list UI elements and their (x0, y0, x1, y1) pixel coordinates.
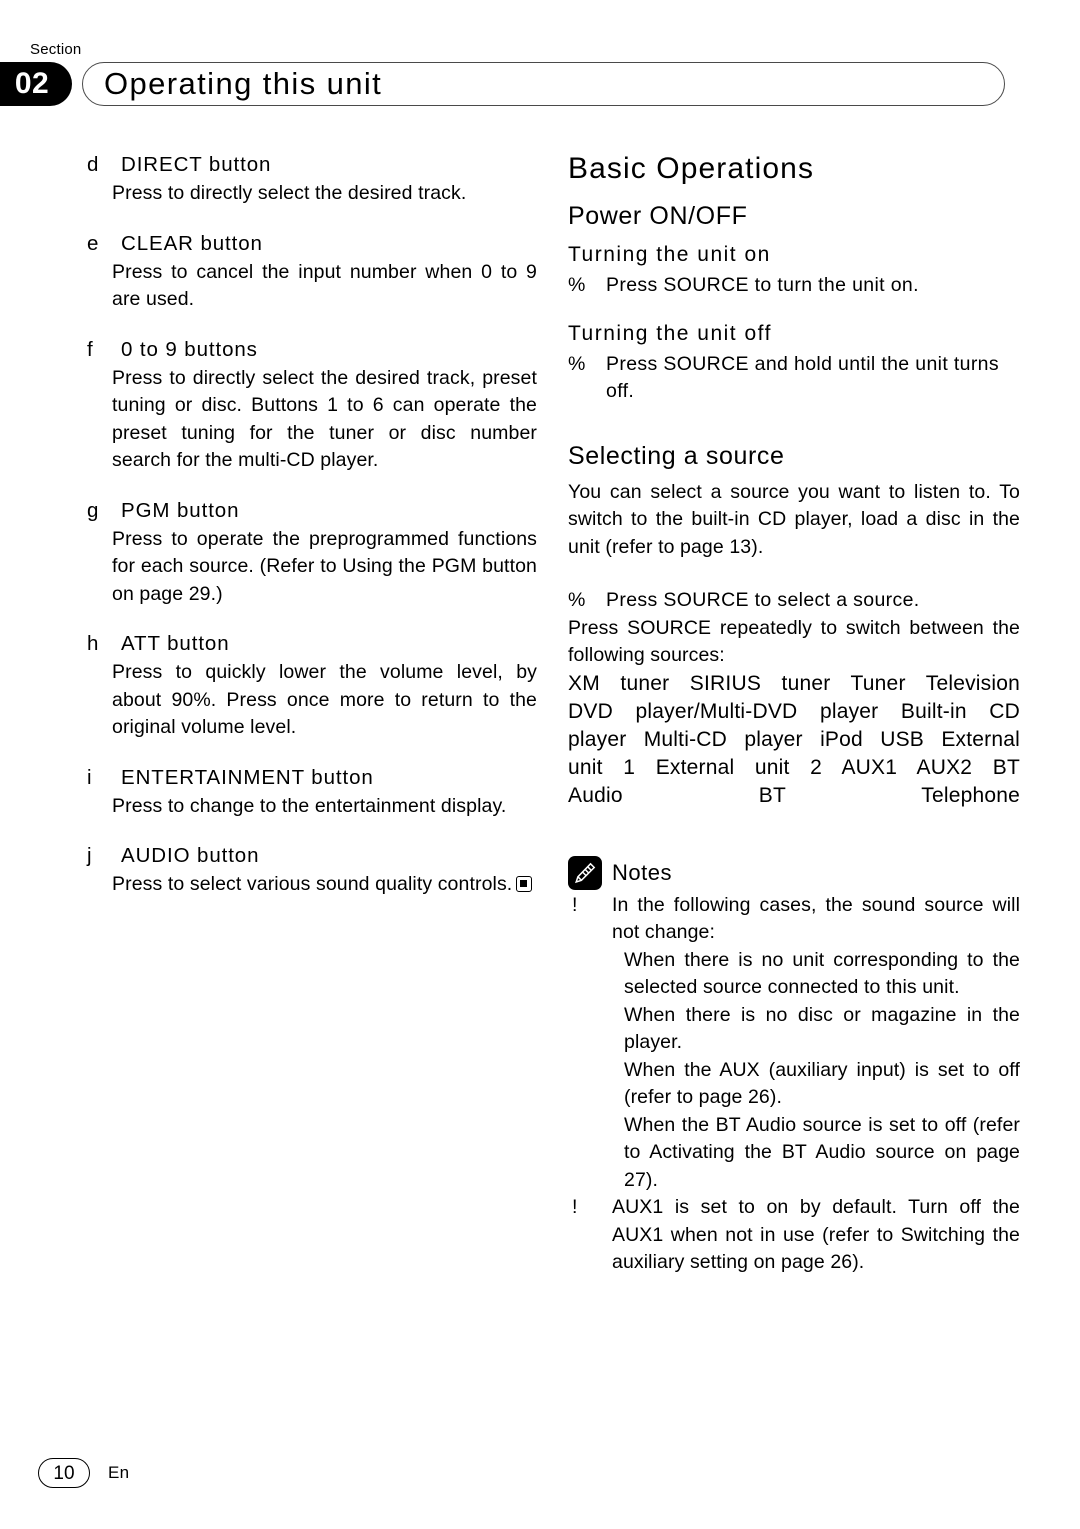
item-body: Press to directly select the desired tra… (112, 366, 537, 472)
left-column: d DIRECT button Press to directly select… (85, 150, 537, 920)
list-item: d DIRECT button Press to directly select… (85, 150, 537, 208)
page-footer: 10 En (38, 1458, 129, 1488)
item-marker: h (87, 632, 99, 655)
item-marker: g (87, 498, 99, 522)
notes-label: Notes (612, 859, 672, 885)
section-number-tab: 02 (0, 62, 72, 106)
note-text: In the following cases, the sound source… (612, 893, 1020, 944)
item-body: Press to change to the entertainment dis… (112, 794, 507, 817)
item-label: PGM button (121, 498, 240, 522)
instruction-bullet-icon: % (568, 352, 586, 375)
note-bullet-icon: ! (572, 1196, 578, 1218)
instruction-turn-on: % Press SOURCE to turn the unit on. (568, 272, 1020, 300)
item-body: Press to cancel the input number when 0 … (112, 260, 537, 311)
item-marker: i (87, 765, 92, 789)
page-title: Operating this unit (104, 66, 383, 101)
list-item: j AUDIO button Press to select various s… (85, 841, 537, 899)
item-marker: j (87, 844, 92, 867)
subsection-heading-selecting-source: Selecting a source (568, 441, 785, 470)
instruction-text: Press SOURCE to turn the unit on. (606, 274, 919, 296)
item-marker: e (87, 231, 99, 255)
list-item: i ENTERTAINMENT button Press to change t… (85, 763, 537, 821)
item-marker: f (87, 337, 93, 361)
note-sub-item: When there is no disc or magazine in the… (624, 1003, 1020, 1054)
instruction-bullet-icon: % (568, 274, 586, 296)
item-label: DIRECT button (121, 153, 272, 176)
item-marker: d (87, 153, 99, 176)
note-bullet-icon: ! (572, 893, 578, 916)
right-column: Basic Operations Power ON/OFF Turning th… (568, 150, 1020, 1277)
pencil-icon (568, 855, 602, 890)
section-label: Section (30, 41, 82, 58)
item-heading: f 0 to 9 buttons (85, 335, 537, 365)
item-body: Press to quickly lower the volume level,… (112, 661, 537, 738)
item-label: ATT button (121, 632, 230, 655)
item-heading: g PGM button (85, 496, 537, 526)
section-heading-basic-operations: Basic Operations (568, 152, 815, 185)
item-body: Press to directly select the desired tra… (112, 182, 467, 204)
paragraph-press-source-repeatedly: Press SOURCE repeatedly to switch betwee… (568, 616, 1020, 667)
item-heading: e CLEAR button (85, 229, 537, 259)
item-label: ENTERTAINMENT button (121, 765, 374, 789)
item-label: 0 to 9 buttons (121, 337, 258, 361)
note-item: ! AUX1 is set to on by default. Turn off… (568, 1194, 1020, 1277)
page-number: 10 (38, 1458, 90, 1488)
instruction-select-source: % Press SOURCE to select a source. (568, 587, 1020, 615)
list-item: h ATT button Press to quickly lower the … (85, 629, 537, 742)
instruction-text: Press SOURCE to select a source. (606, 589, 920, 611)
end-of-section-square-icon (516, 876, 533, 892)
note-text: AUX1 is set to on by default. Turn off t… (612, 1196, 1020, 1273)
subheading-turning-unit-off: Turning the unit off (568, 321, 772, 345)
item-body: Press to operate the preprogrammed funct… (112, 527, 537, 605)
item-heading: h ATT button (85, 629, 537, 659)
list-item: g PGM button Press to operate the prepro… (85, 496, 537, 609)
instruction-turn-off: % Press SOURCE and hold until the unit t… (568, 351, 1020, 406)
note-item: ! In the following cases, the sound sour… (568, 892, 1020, 947)
item-body: Press to select various sound quality co… (85, 871, 537, 899)
list-item: f 0 to 9 buttons Press to directly selec… (85, 335, 537, 475)
section-number: 02 (14, 67, 50, 100)
note-sub-item: When the BT Audio source is set to off (… (624, 1113, 1020, 1191)
note-sub-item: When there is no unit corresponding to t… (624, 948, 1020, 999)
paragraph-selecting-source: You can select a source you want to list… (568, 480, 1020, 558)
instruction-text: Press SOURCE and hold until the unit tur… (606, 352, 999, 403)
item-heading: i ENTERTAINMENT button (85, 763, 537, 793)
subsection-heading-power: Power ON/OFF (568, 202, 748, 230)
list-item: e CLEAR button Press to cancel the input… (85, 229, 537, 314)
item-heading: d DIRECT button (85, 150, 537, 180)
item-body-text: Press to select various sound quality co… (112, 873, 513, 895)
item-label: CLEAR button (121, 231, 263, 255)
source-list: XM tuner SIRIUS tuner Tuner Television D… (568, 671, 1020, 807)
note-sub-item: When the AUX (auxiliary input) is set to… (624, 1058, 1020, 1109)
item-heading: j AUDIO button (85, 841, 537, 871)
instruction-bullet-icon: % (568, 589, 586, 611)
language-code: En (108, 1463, 130, 1482)
page-header: Section 02 Operating this unit (0, 32, 1080, 112)
subheading-turning-unit-on: Turning the unit on (568, 243, 771, 266)
notes-header: Notes (568, 855, 1020, 890)
item-label: AUDIO button (121, 844, 260, 867)
